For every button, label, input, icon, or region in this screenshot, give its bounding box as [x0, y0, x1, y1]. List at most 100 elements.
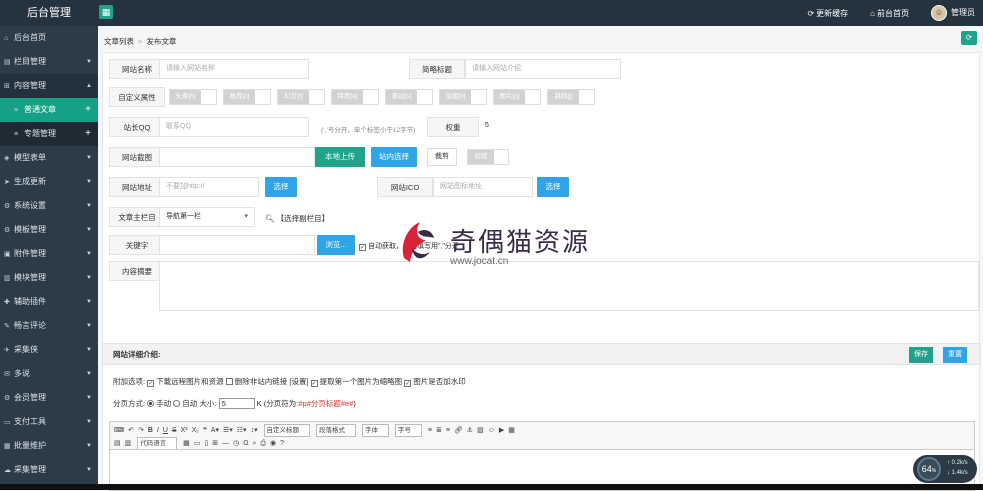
- table-icon[interactable]: ▦: [183, 438, 190, 449]
- redo-icon[interactable]: ↷: [138, 425, 144, 436]
- frontend-home-link[interactable]: ⌂ 前台首页: [870, 8, 909, 19]
- short-title-input[interactable]: 请输入网站介绍: [465, 59, 621, 79]
- sidebar-item-model-forms[interactable]: ◈ 模型表单 ▼: [0, 146, 98, 170]
- attr-toggle-f[interactable]: 幻灯[f]: [277, 89, 325, 105]
- paging-auto-radio[interactable]: 自动: [173, 399, 197, 408]
- sidebar-item-templates[interactable]: ⚙ 模板管理 ▼: [0, 218, 98, 242]
- superscript-icon[interactable]: X²: [181, 425, 188, 436]
- sidebar-item-home[interactable]: ⌂ 后台首页: [0, 26, 98, 50]
- url-input[interactable]: 不要加http://: [159, 177, 259, 197]
- pick-sub-column[interactable]: 🔍︎ 【选择副栏目】: [265, 213, 329, 224]
- sidebar-item-payment[interactable]: ▭ 支付工具 ▼: [0, 410, 98, 434]
- paging-manual-radio[interactable]: 手动: [147, 399, 171, 408]
- browse-button[interactable]: 浏览...: [317, 235, 355, 255]
- qq-input[interactable]: 联系QQ: [159, 117, 309, 137]
- print-icon[interactable]: ⎙: [260, 438, 266, 449]
- sidebar-item-modules[interactable]: ▥ 模块管理 ▼: [0, 266, 98, 290]
- align-right-icon[interactable]: ≡: [446, 425, 450, 436]
- sidebar-item-collect-manage[interactable]: ☁ 采集管理 ▼: [0, 458, 98, 482]
- thumb-input[interactable]: [159, 147, 315, 167]
- font-select[interactable]: 字体: [361, 424, 389, 437]
- paging-size-input[interactable]: 5: [218, 398, 255, 409]
- attr-toggle-p[interactable]: 图片[p]: [493, 89, 541, 105]
- crop-button[interactable]: 裁剪: [427, 148, 457, 166]
- keyword-input[interactable]: [159, 235, 315, 255]
- code-language-select[interactable]: 代码语言: [137, 437, 178, 449]
- breadcrumb-parent[interactable]: 文章列表: [104, 37, 134, 46]
- align-left-icon[interactable]: ≡: [428, 425, 432, 436]
- menu-toggle-icon[interactable]: ▦: [99, 5, 113, 19]
- bold-icon[interactable]: B: [148, 425, 153, 436]
- sidebar-item-collector[interactable]: ✈ 采集侠 ▼: [0, 338, 98, 362]
- italic-icon[interactable]: I: [157, 425, 159, 436]
- anchor-icon[interactable]: ⚓︎: [467, 425, 473, 436]
- emoji-icon[interactable]: ☺: [488, 425, 495, 436]
- special-char-icon[interactable]: Ω: [243, 438, 248, 449]
- hr-icon[interactable]: —: [222, 438, 229, 449]
- undo-icon[interactable]: ↶: [128, 425, 134, 436]
- sidebar-item-columns[interactable]: ▤ 栏目管理 ▼: [0, 50, 98, 74]
- local-upload-button[interactable]: 本地上传: [315, 147, 365, 167]
- attr-toggle-s[interactable]: 滚动[s]: [385, 89, 433, 105]
- font-color-icon[interactable]: A▾: [211, 425, 219, 436]
- sidebar-item-batch[interactable]: ▦ 批量维护 ▼: [0, 434, 98, 458]
- sidebar-item-settings[interactable]: ⚙ 系统设置 ▼: [0, 194, 98, 218]
- opt-first-image-thumb[interactable]: ✓ 提取第一个图片为缩略图: [310, 377, 402, 387]
- link-icon[interactable]: 🔗︎: [454, 425, 463, 436]
- date-icon[interactable]: ◷: [233, 438, 239, 449]
- quote-icon[interactable]: ❝: [203, 425, 207, 436]
- paragraph-select[interactable]: 段落格式: [315, 424, 356, 437]
- admin-menu[interactable]: ☺ 管理员: [931, 5, 975, 21]
- underline-icon[interactable]: U: [163, 425, 168, 436]
- sidebar-item-attachments[interactable]: ▣ 附件管理 ▼: [0, 242, 98, 266]
- main-column-select[interactable]: 导航第一栏 ▾: [159, 207, 255, 227]
- opt-remove-links[interactable]: 删除非站内链接 [设置]: [225, 377, 309, 386]
- rich-text-editor[interactable]: ⌨ ↶ ↷ B I U S X² X₂ ❝ A▾ ☰▾ ☷▾ ↕▾ 自定义标题 段落格式 字体 字号 ≡ ≣…: [109, 421, 975, 491]
- network-speed-widget[interactable]: 64% ↑ 0.2k/s ↓ 1.4k/s: [913, 455, 977, 483]
- preview-icon[interactable]: ◉: [270, 438, 276, 449]
- site-name-input[interactable]: 请输入网站名称: [159, 59, 309, 79]
- sidebar-item-topics[interactable]: ≡ 专题管理 +: [0, 122, 98, 146]
- attr-toggle-j[interactable]: 跳转[j]: [547, 89, 595, 105]
- video-icon[interactable]: ▶: [499, 425, 504, 436]
- opt-download-remote[interactable]: ✓ 下载远程图片和资源: [147, 377, 224, 387]
- ico-input[interactable]: 网站图标地址: [433, 177, 533, 197]
- save-button[interactable]: 保存: [909, 347, 933, 363]
- refresh-button[interactable]: ⟳: [961, 31, 977, 45]
- insert-row-icon[interactable]: ▭: [194, 438, 201, 449]
- sidebar-item-articles[interactable]: ≡ 普通文章 +: [0, 98, 98, 122]
- sidebar-item-members[interactable]: ⚙ 会员管理 ▼: [0, 386, 98, 410]
- template-icon[interactable]: ▥: [125, 438, 132, 449]
- attach-icon[interactable]: ▤: [114, 438, 121, 449]
- subscript-icon[interactable]: X₂: [192, 425, 199, 436]
- plus-icon[interactable]: +: [85, 98, 91, 122]
- sidebar-item-content[interactable]: ⊞ 内容管理 ▲: [0, 74, 98, 98]
- search-replace-icon[interactable]: ⌕: [252, 438, 256, 449]
- source-icon[interactable]: ⌨: [114, 425, 124, 436]
- custom-title-select[interactable]: 自定义标题: [263, 424, 311, 437]
- sidebar-item-plugins[interactable]: ✚ 辅助插件 ▼: [0, 290, 98, 314]
- strikethrough-icon[interactable]: S: [172, 425, 177, 436]
- opt-watermark[interactable]: ✓ 图片是否加水印: [404, 377, 466, 387]
- sidebar-item-generate[interactable]: ➤ 生成更新 ▼: [0, 170, 98, 194]
- align-center-icon[interactable]: ≣: [436, 425, 442, 436]
- list-unordered-icon[interactable]: ☷▾: [237, 425, 247, 436]
- help-icon[interactable]: ?: [280, 438, 284, 449]
- image-icon[interactable]: ▨: [477, 425, 484, 436]
- merge-icon[interactable]: ⊞: [212, 438, 218, 449]
- attr-toggle-a[interactable]: 特荐[a]: [331, 89, 379, 105]
- plus-icon[interactable]: +: [85, 122, 91, 146]
- attr-toggle-c[interactable]: 推荐[c]: [223, 89, 271, 105]
- site-select-button[interactable]: 站内选择: [371, 147, 417, 167]
- reset-button[interactable]: 重置: [943, 347, 967, 363]
- insert-col-icon[interactable]: ▯: [204, 438, 208, 449]
- attr-toggle-b[interactable]: 加粗[b]: [439, 89, 487, 105]
- map-icon[interactable]: ▦: [508, 425, 515, 436]
- ico-select-button[interactable]: 选择: [537, 177, 569, 197]
- url-select-button[interactable]: 选择: [265, 177, 297, 197]
- update-cache-link[interactable]: ⟳ 更新缓存: [807, 8, 848, 19]
- weight-input[interactable]: 5: [479, 117, 619, 137]
- font-size-select[interactable]: 字号: [394, 424, 422, 437]
- sidebar-item-duoshuo[interactable]: ✉ 多说 ▼: [0, 362, 98, 386]
- remote-toggle[interactable]: 远程: [467, 149, 509, 165]
